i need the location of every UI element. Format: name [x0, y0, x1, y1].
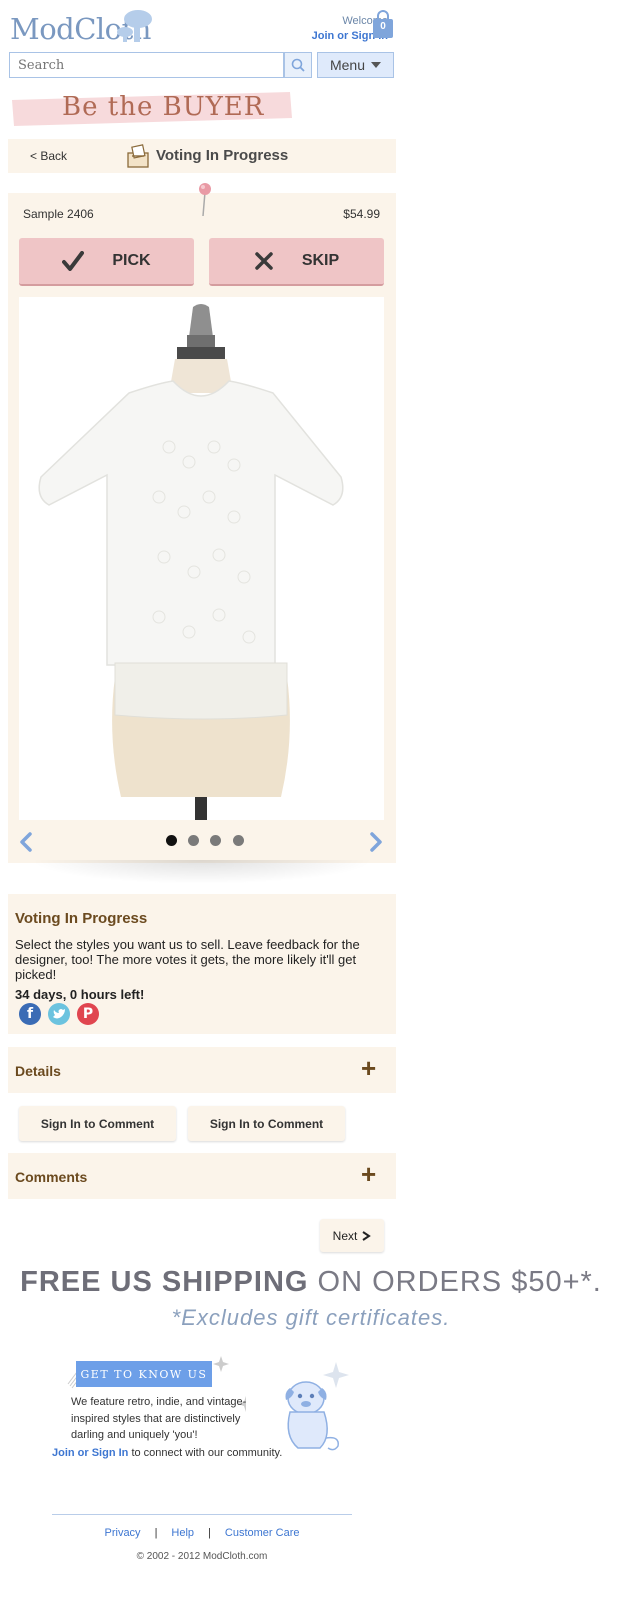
chevron-right-icon	[362, 1230, 372, 1241]
search-button[interactable]	[284, 52, 312, 78]
sample-number: Sample 2406	[23, 207, 94, 221]
search-icon	[291, 58, 305, 72]
details-accordion[interactable]	[8, 1047, 396, 1093]
carousel-dot-3[interactable]	[210, 835, 221, 846]
mushroom-icon	[117, 10, 152, 42]
menu-button[interactable]: Menu	[317, 52, 394, 78]
product-price: $54.99	[343, 207, 380, 221]
pick-button[interactable]: PICK	[19, 238, 194, 286]
footer-separator: |	[208, 1527, 211, 1539]
next-button[interactable]: Next	[320, 1219, 384, 1252]
carousel-prev-arrow[interactable]	[18, 832, 34, 852]
free-shipping-heading: FREE US SHIPPING ON ORDERS $50+*.	[0, 1266, 622, 1299]
footer-divider	[52, 1514, 352, 1515]
product-image[interactable]	[19, 297, 384, 820]
shipping-note: *Excludes gift certificates.	[171, 1305, 451, 1330]
checkmark-icon	[62, 251, 85, 271]
details-label: Details	[15, 1063, 61, 1079]
privacy-link[interactable]: Privacy	[105, 1527, 141, 1539]
community-signin-link[interactable]: Join or Sign In	[52, 1447, 128, 1459]
help-link[interactable]: Help	[171, 1527, 194, 1539]
info-description: Select the styles you want us to sell. L…	[15, 937, 360, 982]
carousel-next-arrow[interactable]	[368, 832, 384, 852]
days-left: 34 days, 0 hours left!	[15, 987, 145, 1002]
community-text: Join or Sign In to connect with our comm…	[52, 1447, 282, 1459]
shipping-rest: ON ORDERS $50+*.	[308, 1266, 602, 1298]
details-plus-icon[interactable]: +	[361, 1055, 376, 1081]
banner-text: Be the BUYER	[62, 92, 265, 122]
twitter-icon[interactable]	[48, 1003, 70, 1025]
ballot-box-icon	[126, 144, 150, 168]
skip-label: SKIP	[301, 252, 340, 269]
next-label: Next	[332, 1228, 358, 1243]
pug-mascot-icon	[276, 1358, 354, 1454]
x-icon	[255, 252, 273, 270]
get-to-know-us-description: We feature retro, indie, and vintage-ins…	[71, 1396, 247, 1441]
sign-in-to-comment-button-2[interactable]: Sign In to Comment	[188, 1106, 345, 1141]
bag-count: 0	[380, 21, 386, 32]
back-link[interactable]: < Back	[30, 149, 67, 163]
comments-plus-icon[interactable]: +	[361, 1161, 376, 1187]
shipping-bold: FREE US SHIPPING	[20, 1266, 309, 1298]
pushpin-icon	[196, 182, 214, 218]
shopping-bag-icon[interactable]: 0	[372, 10, 394, 38]
get-to-know-us-label: GET TO KNOW US	[76, 1361, 212, 1387]
skip-button[interactable]: SKIP	[209, 238, 384, 286]
sign-in-to-comment-button-1[interactable]: Sign In to Comment	[19, 1106, 176, 1141]
voting-title: Voting In Progress	[156, 147, 289, 164]
carousel-dot-2[interactable]	[188, 835, 199, 846]
caret-down-icon	[371, 62, 382, 68]
carousel-dot-4[interactable]	[233, 835, 244, 846]
search-input[interactable]	[10, 53, 283, 77]
card-shadow	[30, 860, 374, 884]
community-rest: to connect with our community.	[128, 1447, 283, 1459]
be-the-buyer-banner: Be the BUYER	[10, 92, 292, 126]
pinterest-icon[interactable]: P	[77, 1003, 99, 1025]
carousel-dot-1[interactable]	[166, 835, 177, 846]
customer-care-link[interactable]: Customer Care	[225, 1527, 300, 1539]
pick-label: PICK	[112, 252, 151, 269]
info-title: Voting In Progress	[15, 910, 148, 927]
menu-label: Menu	[329, 57, 366, 73]
comments-label: Comments	[15, 1169, 88, 1185]
facebook-icon[interactable]: f	[19, 1003, 41, 1025]
search-box[interactable]	[9, 52, 284, 78]
copyright: © 2002 - 2012 ModCloth.com	[136, 1551, 268, 1562]
footer-links: Privacy | Help | Customer Care	[52, 1527, 352, 1539]
modcloth-logo[interactable]: ModCloth	[10, 6, 152, 46]
footer-separator: |	[154, 1527, 158, 1539]
